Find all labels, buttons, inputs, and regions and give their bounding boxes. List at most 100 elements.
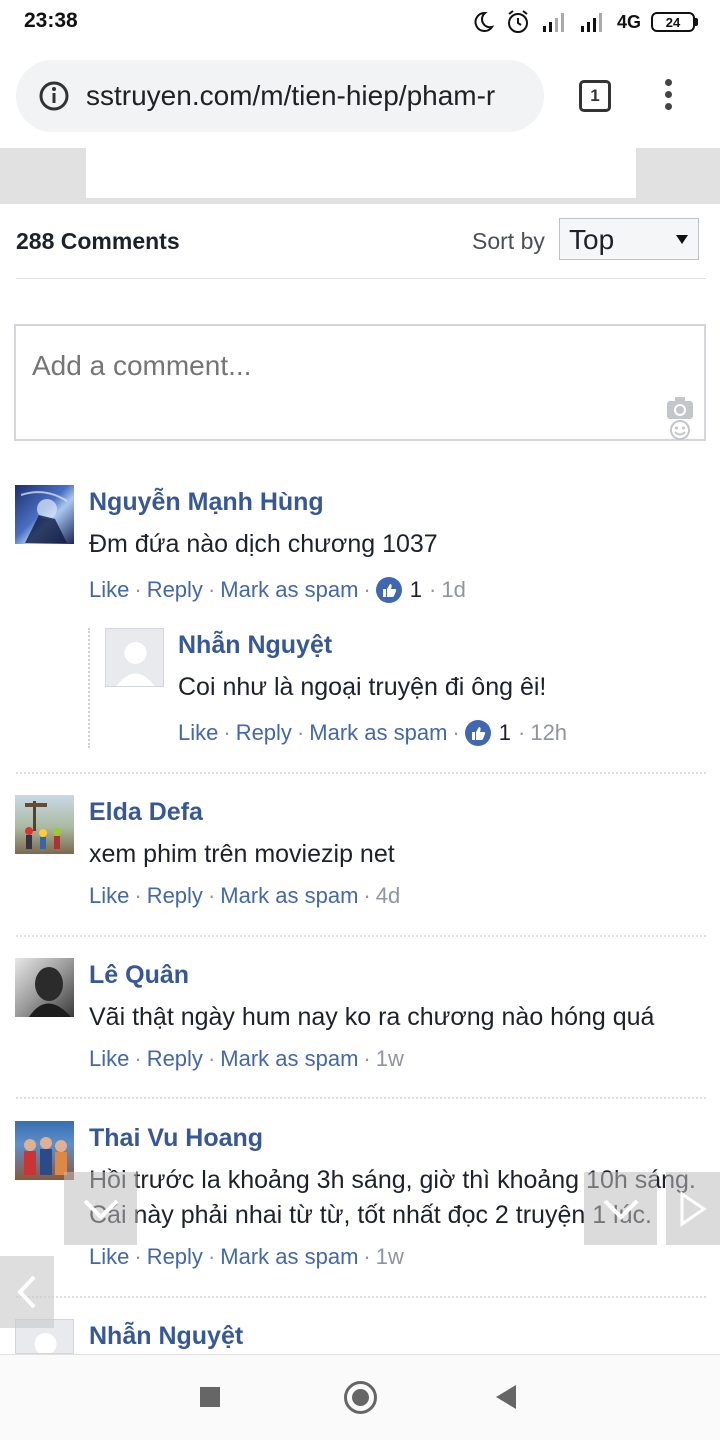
separator: · xyxy=(134,577,142,602)
comment-composer xyxy=(14,324,706,441)
comments-header: 288 Comments Sort by Top xyxy=(0,204,720,280)
reply-link[interactable]: Reply xyxy=(236,720,292,746)
chevron-down-icon xyxy=(603,1199,638,1220)
address-bar[interactable]: sstruyen.com/m/tien-hiep/pham-r xyxy=(16,60,544,132)
emoji-icon[interactable] xyxy=(668,420,692,440)
divider xyxy=(16,278,706,279)
overlay-previous-button[interactable] xyxy=(0,1256,54,1328)
reply-thread-line xyxy=(88,628,90,748)
comment-divider xyxy=(16,1097,706,1099)
sort-selected-value: Top xyxy=(569,224,615,255)
separator: · xyxy=(429,577,437,602)
comment-author[interactable]: Thai Vu Hoang xyxy=(89,1124,263,1153)
site-info-icon[interactable] xyxy=(38,80,70,112)
network-type-label: 4G xyxy=(616,11,641,32)
signal-icon-1 xyxy=(542,13,564,32)
comment-author[interactable]: Nguyễn Mạnh Hùng xyxy=(89,488,324,517)
reply-link[interactable]: Reply xyxy=(147,1244,203,1270)
separator: · xyxy=(296,720,305,745)
comment-timestamp[interactable]: 1w xyxy=(376,1046,404,1072)
separator: · xyxy=(363,883,371,908)
like-link[interactable]: Like xyxy=(89,577,129,603)
comment-text: Vãi thật ngày hum nay ko ra chương nào h… xyxy=(89,1003,655,1031)
avatar[interactable] xyxy=(15,795,74,854)
camera-icon[interactable] xyxy=(666,396,694,420)
url-text[interactable]: sstruyen.com/m/tien-hiep/pham-r xyxy=(86,80,538,112)
separator: · xyxy=(207,577,216,602)
comment-timestamp[interactable]: 1w xyxy=(376,1244,404,1270)
comment-timestamp[interactable]: 4d xyxy=(376,883,400,909)
overflow-menu-icon[interactable] xyxy=(660,79,676,113)
comment-text-line-2: Cái này phải nhai từ từ, tốt nhất đọc 2 … xyxy=(89,1201,652,1229)
like-link[interactable]: Like xyxy=(89,1244,129,1270)
battery-level: 24 xyxy=(651,12,695,32)
separator: · xyxy=(207,1046,216,1071)
comment-divider xyxy=(16,1296,706,1298)
like-link[interactable]: Like xyxy=(178,720,218,746)
status-time: 23:38 xyxy=(24,9,78,32)
comment-timestamp[interactable]: 1d xyxy=(441,577,465,603)
mark-spam-link[interactable]: Mark as spam xyxy=(220,883,358,909)
back-icon[interactable] xyxy=(496,1385,516,1409)
reply-link[interactable]: Reply xyxy=(147,577,203,603)
tab-switcher-button[interactable]: 1 xyxy=(579,80,611,112)
comment-text: xem phim trên moviezip net xyxy=(89,840,395,868)
comment-actions: Like · Reply · Mark as spam · 1w xyxy=(89,1046,404,1072)
like-count: 1 xyxy=(498,720,511,745)
comment-actions: Like · Reply · Mark as spam · 1 · 1d xyxy=(89,577,466,603)
comment-input[interactable] xyxy=(16,326,704,439)
thumbs-up-icon xyxy=(464,720,491,746)
do-not-disturb-moon-icon xyxy=(474,11,495,32)
comment-author[interactable]: Nhẫn Nguyệt xyxy=(178,631,332,660)
overlay-scroll-down-right-button[interactable] xyxy=(584,1172,657,1245)
chevron-left-icon xyxy=(17,1275,36,1309)
comment-divider xyxy=(16,772,706,774)
mark-spam-link[interactable]: Mark as spam xyxy=(220,1244,358,1270)
like-count: 1 xyxy=(409,577,422,602)
mark-spam-link[interactable]: Mark as spam xyxy=(220,577,358,603)
comment-author[interactable]: Lê Quân xyxy=(89,961,189,990)
avatar[interactable] xyxy=(15,958,74,1017)
comment-divider xyxy=(16,935,706,937)
mark-spam-link[interactable]: Mark as spam xyxy=(220,1046,358,1072)
separator: · xyxy=(223,720,231,745)
reply-link[interactable]: Reply xyxy=(147,883,203,909)
status-icons: 4G 24 xyxy=(471,8,698,36)
home-icon[interactable] xyxy=(344,1381,377,1414)
comment-actions: Like · Reply · Mark as spam · 4d xyxy=(89,883,400,909)
overlay-next-chapter-button[interactable] xyxy=(666,1172,720,1245)
avatar[interactable] xyxy=(15,485,74,544)
comment-author[interactable]: Elda Defa xyxy=(89,798,203,827)
alarm-icon xyxy=(507,10,528,33)
browser-toolbar: sstruyen.com/m/tien-hiep/pham-r 1 xyxy=(0,44,720,148)
comment-actions: Like · Reply · Mark as spam · 1 · 12h xyxy=(178,720,567,746)
comment-count: 288 Comments xyxy=(16,228,180,254)
ad-banner-area xyxy=(0,148,720,204)
separator: · xyxy=(207,1244,216,1269)
separator: · xyxy=(518,720,526,745)
comment-author[interactable]: Nhẫn Nguyệt xyxy=(89,1322,243,1351)
like-link[interactable]: Like xyxy=(89,1046,129,1072)
avatar[interactable] xyxy=(105,628,164,687)
play-next-icon xyxy=(680,1190,707,1227)
signal-icon-2 xyxy=(580,13,602,32)
separator: · xyxy=(134,1046,142,1071)
comment-timestamp[interactable]: 12h xyxy=(530,720,567,746)
ad-banner[interactable] xyxy=(86,148,636,198)
comment-text: Coi như là ngoại truyện đi ông êi! xyxy=(178,673,547,701)
reply-link[interactable]: Reply xyxy=(147,1046,203,1072)
sort-label: Sort by xyxy=(472,228,545,254)
separator: · xyxy=(452,720,460,745)
recents-icon[interactable] xyxy=(200,1387,220,1407)
status-bar: 23:38 4G 24 xyxy=(0,0,720,44)
chevron-down-icon xyxy=(83,1199,118,1220)
mark-spam-link[interactable]: Mark as spam xyxy=(309,720,447,746)
separator: · xyxy=(363,1046,371,1071)
separator: · xyxy=(363,1244,371,1269)
separator: · xyxy=(363,577,371,602)
overlay-scroll-down-left-button[interactable] xyxy=(64,1172,137,1245)
like-link[interactable]: Like xyxy=(89,883,129,909)
thumbs-up-icon xyxy=(375,577,402,603)
sort-select[interactable]: Top xyxy=(559,218,699,260)
battery-icon: 24 xyxy=(651,12,698,32)
